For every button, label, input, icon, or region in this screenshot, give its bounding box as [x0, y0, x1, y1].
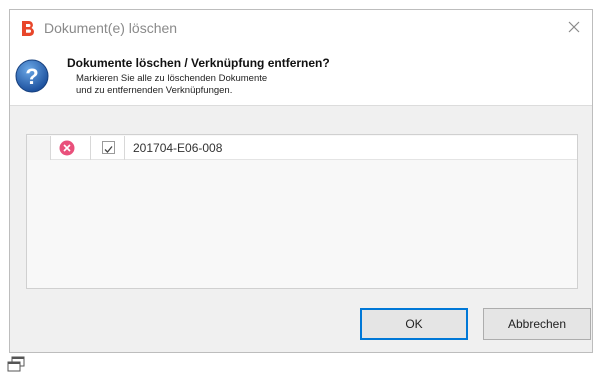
svg-text:?: ? [25, 64, 38, 89]
column-divider [90, 136, 91, 160]
app-logo-icon [22, 21, 34, 37]
dialog-heading: Dokumente löschen / Verknüpfung entferne… [67, 56, 330, 70]
row-checkbox[interactable] [102, 141, 115, 154]
window-restore-icon[interactable] [7, 356, 25, 372]
row-selector[interactable] [27, 136, 51, 160]
remove-icon[interactable] [59, 140, 75, 156]
column-divider [124, 136, 125, 160]
cancel-button[interactable]: Abbrechen [483, 308, 591, 340]
dialog-header: ? Dokumente löschen / Verknüpfung entfer… [10, 44, 592, 106]
question-icon: ? [15, 59, 49, 93]
ok-button[interactable]: OK [360, 308, 468, 340]
document-list[interactable]: 201704-E06-008 [26, 134, 578, 289]
list-item[interactable]: 201704-E06-008 [27, 136, 577, 160]
window-title: Dokument(e) löschen [44, 20, 178, 36]
instruction-line-2: und zu entfernenden Verknüpfungen. [76, 85, 233, 96]
checkmark-icon [104, 146, 113, 153]
close-icon [568, 21, 580, 33]
close-button[interactable] [560, 14, 588, 40]
title-bar: Dokument(e) löschen [10, 10, 592, 44]
instruction-line-1: Markieren Sie alle zu löschenden Dokumen… [76, 73, 268, 84]
delete-documents-dialog: Dokument(e) löschen ? Dokumente löschen … [9, 9, 593, 353]
document-name: 201704-E06-008 [133, 141, 223, 155]
